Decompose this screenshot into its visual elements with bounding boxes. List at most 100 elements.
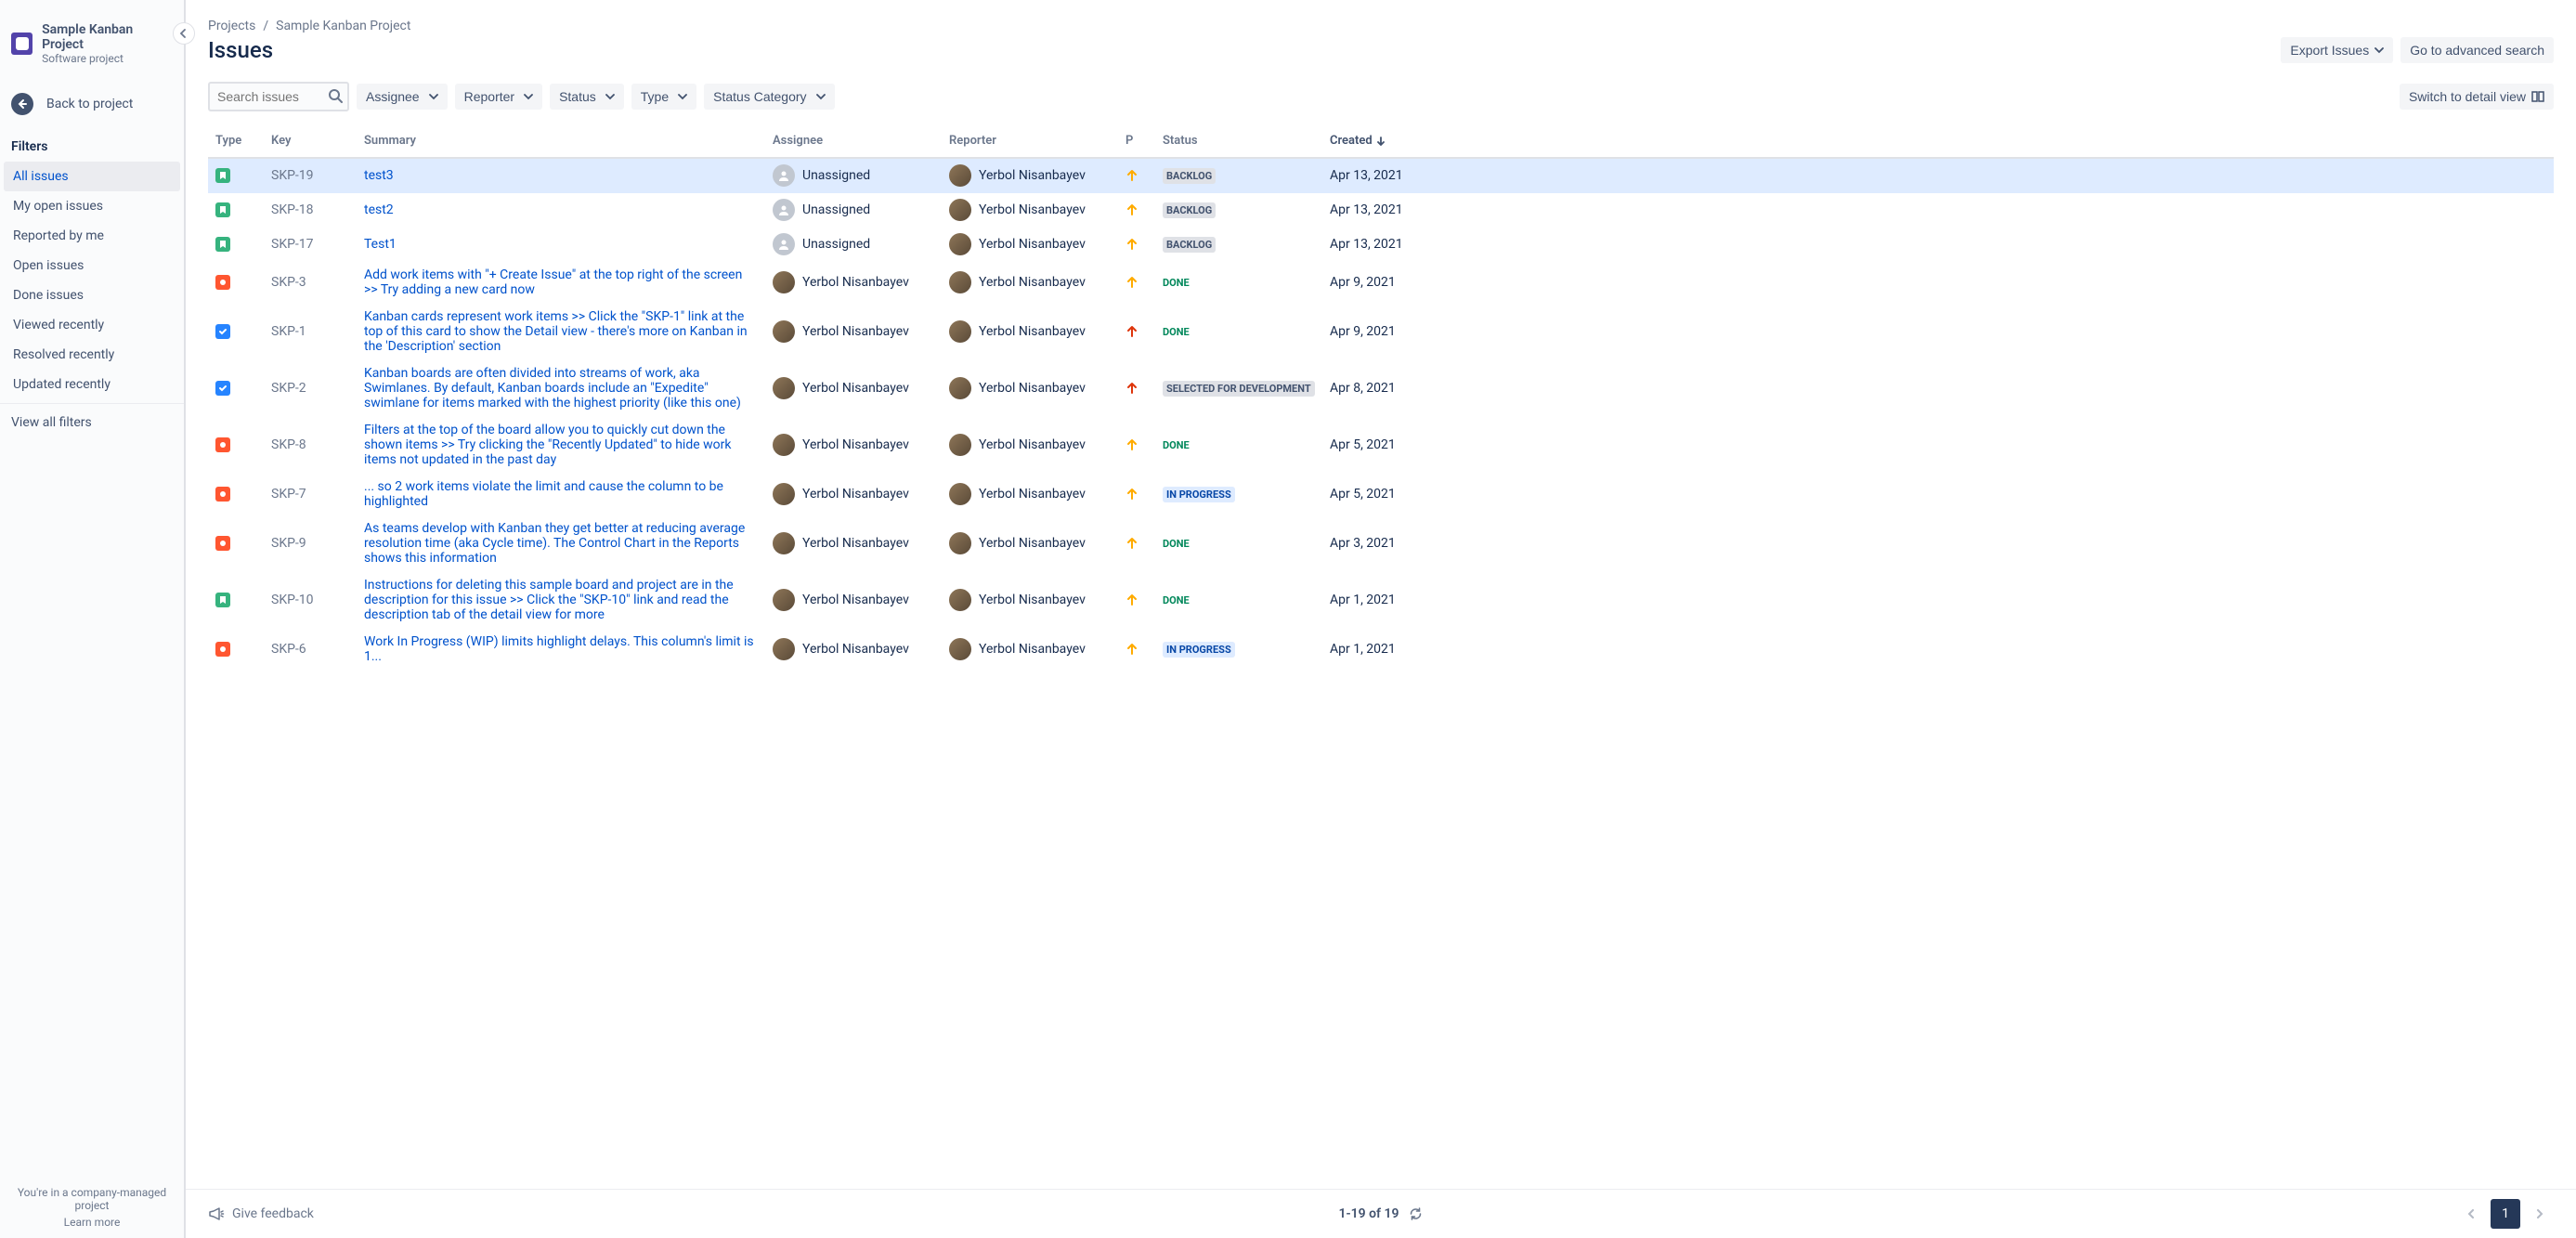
sidebar-filter-item[interactable]: Done issues: [4, 280, 180, 310]
col-assignee[interactable]: Assignee: [765, 126, 942, 158]
status-badge: BACKLOG: [1163, 237, 1216, 253]
avatar-unassigned: [773, 233, 795, 255]
reporter-name: Yerbol Nisanbayev: [979, 168, 1086, 183]
sidebar-filter-item[interactable]: All issues: [4, 162, 180, 191]
table-row[interactable]: SKP-7... so 2 work items violate the lim…: [208, 474, 2554, 515]
sidebar-filter-item[interactable]: My open issues: [4, 191, 180, 221]
breadcrumb-projects[interactable]: Projects: [208, 19, 255, 33]
status-badge: DONE: [1163, 326, 1190, 338]
assignee-name: Yerbol Nisanbayev: [802, 536, 909, 551]
sidebar-collapse-button[interactable]: [173, 22, 195, 45]
learn-more-link[interactable]: Learn more: [9, 1216, 175, 1229]
issue-summary-link[interactable]: Add work items with "+ Create Issue" at …: [364, 267, 742, 297]
view-all-filters[interactable]: View all filters: [0, 403, 184, 441]
switch-label: Switch to detail view: [2409, 89, 2526, 104]
issue-key: SKP-8: [264, 417, 357, 474]
issue-summary-link[interactable]: test3: [364, 168, 394, 183]
sidebar-filter-item[interactable]: Open issues: [4, 251, 180, 280]
created-date: Apr 1, 2021: [1322, 629, 2554, 671]
table-row[interactable]: SKP-10Instructions for deleting this sam…: [208, 572, 2554, 629]
avatar: [773, 320, 795, 343]
issue-summary-link[interactable]: Instructions for deleting this sample bo…: [364, 578, 734, 622]
avatar: [949, 164, 971, 187]
switch-detail-view-button[interactable]: Switch to detail view: [2400, 84, 2554, 110]
avatar: [773, 638, 795, 660]
sidebar-filter-item[interactable]: Updated recently: [4, 370, 180, 399]
issue-key: SKP-6: [264, 629, 357, 671]
filter-type[interactable]: Type: [631, 84, 696, 110]
chevron-down-icon: [2374, 46, 2384, 55]
export-issues-button[interactable]: Export Issues: [2281, 37, 2393, 63]
col-status[interactable]: Status: [1155, 126, 1322, 158]
col-type[interactable]: Type: [208, 126, 264, 158]
priority-medium-icon: [1125, 169, 1148, 182]
refresh-button[interactable]: [1408, 1206, 1423, 1221]
sidebar-footer-text: You're in a company-managed project: [9, 1186, 175, 1212]
col-summary[interactable]: Summary: [357, 126, 765, 158]
avatar: [949, 377, 971, 399]
filter-assignee[interactable]: Assignee: [357, 84, 448, 110]
issue-summary-link[interactable]: Filters at the top of the board allow yo…: [364, 423, 731, 467]
table-row[interactable]: SKP-3Add work items with "+ Create Issue…: [208, 262, 2554, 304]
col-key[interactable]: Key: [264, 126, 357, 158]
avatar: [949, 589, 971, 611]
issue-summary-link[interactable]: Kanban boards are often divided into str…: [364, 366, 741, 410]
priority-medium-icon: [1125, 438, 1148, 451]
issue-summary-link[interactable]: Work In Progress (WIP) limits highlight …: [364, 634, 754, 664]
back-to-project[interactable]: Back to project: [0, 84, 184, 124]
col-reporter[interactable]: Reporter: [942, 126, 1118, 158]
issue-summary-link[interactable]: Kanban cards represent work items >> Cli…: [364, 309, 748, 354]
avatar: [773, 271, 795, 293]
sidebar-filter-item[interactable]: Reported by me: [4, 221, 180, 251]
filter-list: All issuesMy open issuesReported by meOp…: [0, 162, 184, 399]
avatar: [949, 434, 971, 456]
table-row[interactable]: SKP-17Test1UnassignedYerbol NisanbayevBA…: [208, 228, 2554, 262]
status-badge: IN PROGRESS: [1163, 642, 1235, 658]
issue-summary-link[interactable]: ... so 2 work items violate the limit an…: [364, 479, 723, 509]
page-current[interactable]: 1: [2491, 1199, 2520, 1229]
filter-status[interactable]: Status: [550, 84, 624, 110]
avatar: [949, 320, 971, 343]
bug-icon: [215, 437, 230, 452]
table-row[interactable]: SKP-18test2UnassignedYerbol NisanbayevBA…: [208, 193, 2554, 228]
avatar: [773, 377, 795, 399]
created-date: Apr 3, 2021: [1322, 515, 2554, 572]
table-row[interactable]: SKP-2Kanban boards are often divided int…: [208, 360, 2554, 417]
project-header: Sample Kanban Project Software project: [0, 0, 184, 72]
col-created[interactable]: Created: [1322, 126, 2554, 158]
sidebar-filter-item[interactable]: Viewed recently: [4, 310, 180, 340]
table-row[interactable]: SKP-8Filters at the top of the board all…: [208, 417, 2554, 474]
table-row[interactable]: SKP-9As teams develop with Kanban they g…: [208, 515, 2554, 572]
priority-medium-icon: [1125, 537, 1148, 550]
created-date: Apr 13, 2021: [1322, 193, 2554, 228]
sidebar-footer: You're in a company-managed project Lear…: [0, 1177, 184, 1238]
priority-medium-icon: [1125, 238, 1148, 251]
filter-status-category[interactable]: Status Category: [704, 84, 834, 110]
created-date: Apr 13, 2021: [1322, 228, 2554, 262]
breadcrumb-project[interactable]: Sample Kanban Project: [276, 19, 410, 33]
page-next[interactable]: [2524, 1199, 2554, 1229]
filter-reporter[interactable]: Reporter: [455, 84, 542, 110]
reporter-name: Yerbol Nisanbayev: [979, 593, 1086, 607]
reporter-name: Yerbol Nisanbayev: [979, 381, 1086, 396]
page-prev[interactable]: [2457, 1199, 2487, 1229]
issue-summary-link[interactable]: As teams develop with Kanban they get be…: [364, 521, 745, 566]
table-row[interactable]: SKP-6Work In Progress (WIP) limits highl…: [208, 629, 2554, 671]
advanced-search-button[interactable]: Go to advanced search: [2400, 37, 2554, 63]
issue-summary-link[interactable]: Test1: [364, 237, 397, 252]
sidebar-filter-item[interactable]: Resolved recently: [4, 340, 180, 370]
project-title: Sample Kanban Project: [42, 22, 173, 52]
assignee-name: Unassigned: [802, 237, 870, 252]
chevron-down-icon: [524, 92, 533, 101]
col-priority[interactable]: P: [1118, 126, 1155, 158]
issue-key: SKP-2: [264, 360, 357, 417]
table-row[interactable]: SKP-1Kanban cards represent work items >…: [208, 304, 2554, 360]
issue-key: SKP-9: [264, 515, 357, 572]
table-row[interactable]: SKP-19test3UnassignedYerbol NisanbayevBA…: [208, 158, 2554, 193]
chevron-left-icon: [2467, 1209, 2477, 1218]
avatar: [949, 483, 971, 505]
give-feedback[interactable]: Give feedback: [208, 1205, 314, 1222]
bug-icon: [215, 275, 230, 290]
issue-summary-link[interactable]: test2: [364, 202, 394, 217]
status-badge: DONE: [1163, 594, 1190, 606]
